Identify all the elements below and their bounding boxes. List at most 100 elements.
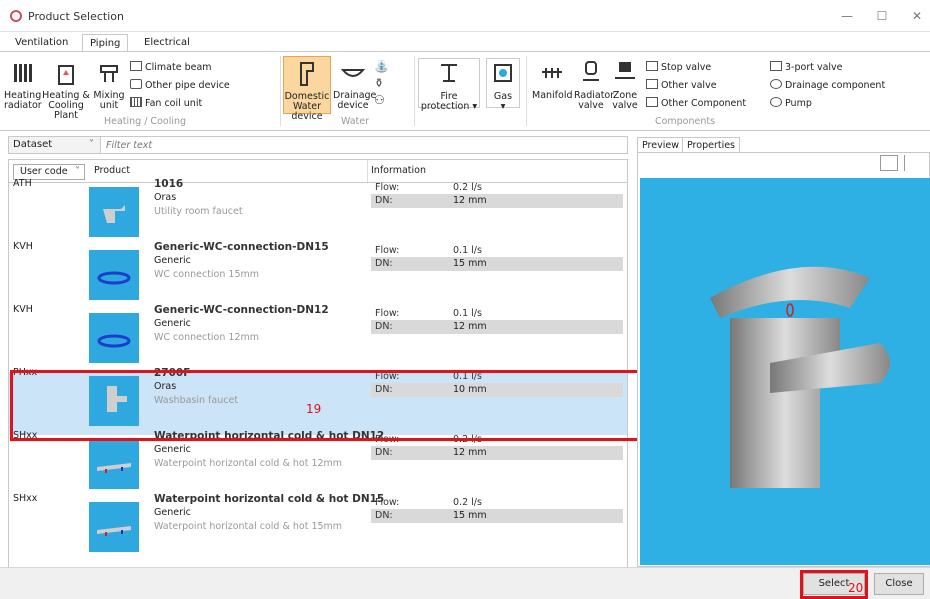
climate-beam-label: Climate beam xyxy=(145,62,212,73)
separator xyxy=(414,56,415,126)
dn-info: DN: 12 mm xyxy=(371,446,623,460)
fire-protection-button[interactable]: Fire protection ▾ xyxy=(418,58,480,112)
drainage-device-label: Drainage device xyxy=(333,90,377,111)
dn-value: 15 mm xyxy=(453,510,487,521)
user-code-header: User code xyxy=(20,166,68,177)
manifold-button[interactable]: Manifold xyxy=(532,58,573,101)
tab-piping[interactable]: Piping xyxy=(82,34,129,52)
ribbon-tabs: Ventilation Piping Electrical xyxy=(0,34,930,52)
close-button[interactable]: Close xyxy=(874,573,924,595)
zone-valve-icon xyxy=(615,62,635,79)
radiator-valve-icon xyxy=(583,61,599,81)
tab-electrical[interactable]: Electrical xyxy=(137,34,197,52)
zone-valve-button[interactable]: Zone valve xyxy=(610,58,640,111)
preview-tabs: Preview Properties xyxy=(637,137,930,153)
information-column-header[interactable]: Information xyxy=(371,165,426,176)
list-item[interactable]: SHxx Waterpoint horizontal cold & hot DN… xyxy=(9,430,627,498)
dialog-footer: Select Close xyxy=(0,567,930,599)
tab-ventilation[interactable]: Ventilation xyxy=(8,34,75,52)
tab-preview[interactable]: Preview xyxy=(637,137,684,153)
flow-info: Flow: 0.1 l/s xyxy=(371,307,623,321)
user-code: KVH xyxy=(13,241,33,252)
dn-info: DN: 12 mm xyxy=(371,194,623,208)
product-column-header[interactable]: Product xyxy=(94,165,130,176)
dn-label: DN: xyxy=(375,195,393,206)
list-item[interactable]: SHxx Waterpoint horizontal cold & hot DN… xyxy=(9,493,627,561)
gas-icon xyxy=(494,64,512,82)
product-thumbnail xyxy=(89,502,139,552)
group-heating-label: Heating / Cooling xyxy=(103,116,187,127)
fan-coil-unit-button[interactable]: Fan coil unit xyxy=(130,97,202,110)
pipe-device-icon xyxy=(130,79,142,89)
radiator-valve-label: Radiator valve xyxy=(574,90,615,111)
product-description: WC connection 12mm xyxy=(154,332,260,343)
faucet-3d-model xyxy=(710,266,890,488)
tab-properties[interactable]: Properties xyxy=(682,137,741,153)
pump-button[interactable]: Pump xyxy=(770,97,812,110)
3d-preview-canvas[interactable] xyxy=(640,178,930,565)
domestic-water-device-button[interactable]: Domestic Water device xyxy=(283,56,331,122)
dn-value: 12 mm xyxy=(453,195,487,206)
dataset-label: Dataset xyxy=(13,139,53,150)
mixing-unit-icon xyxy=(100,65,118,82)
drainage-component-icon xyxy=(770,79,782,89)
chevron-down-icon: ˅ xyxy=(89,139,94,150)
other-pipe-device-button[interactable]: Other pipe device xyxy=(130,79,230,92)
product-name: Generic-WC-connection-DN15 xyxy=(154,241,329,253)
gas-dropdown-icon: ▾ xyxy=(500,101,506,112)
close-window-button[interactable]: ✕ xyxy=(902,6,930,26)
fan-coil-unit-label: Fan coil unit xyxy=(145,98,203,109)
other-component-icon xyxy=(646,97,658,107)
product-thumbnail xyxy=(89,313,139,363)
dataset-dropdown[interactable]: Dataset ˅ xyxy=(9,137,101,153)
other-pipe-device-label: Other pipe device xyxy=(145,80,230,91)
flow-info: Flow: 0.1 l/s xyxy=(371,244,623,258)
group-components-label: Components xyxy=(654,116,716,127)
list-item[interactable]: KVH Generic-WC-connection-DN12 Generic W… xyxy=(9,304,627,372)
climate-beam-button[interactable]: Climate beam xyxy=(130,61,212,74)
dn-value: 12 mm xyxy=(453,321,487,332)
flow-label: Flow: xyxy=(375,245,400,256)
product-thumbnail xyxy=(89,250,139,300)
user-code: KVH xyxy=(13,304,33,315)
drainage-device-button[interactable]: Drainage device xyxy=(333,58,377,111)
small-device-icons: ⛲ ⚱ ⚇ xyxy=(374,59,389,107)
other-component-button[interactable]: Other Component xyxy=(646,97,746,110)
list-item[interactable]: ATH 1016 Oras Utility room faucet Flow: 0… xyxy=(9,178,627,246)
heating-radiator-button[interactable]: Heating radiator xyxy=(4,58,42,111)
minimize-button[interactable]: — xyxy=(832,6,862,26)
manifold-icon xyxy=(542,68,562,78)
pump-icon xyxy=(770,97,782,107)
gas-button[interactable]: Gas ▾ xyxy=(486,58,520,112)
group-water-label: Water xyxy=(340,116,370,127)
stop-valve-button[interactable]: Stop valve xyxy=(646,61,711,74)
list-item[interactable]: KVH Generic-WC-connection-DN15 Generic W… xyxy=(9,241,627,309)
drainage-component-button[interactable]: Drainage component xyxy=(770,79,885,92)
heating-cooling-plant-label: Heating & Cooling Plant xyxy=(42,90,90,121)
flow-label: Flow: xyxy=(375,497,400,508)
highlight-box xyxy=(10,370,640,441)
view-options-icon[interactable] xyxy=(904,155,926,171)
stop-valve-label: Stop valve xyxy=(661,62,712,73)
maximize-button[interactable]: ☐ xyxy=(867,6,897,26)
other-valve-button[interactable]: Other valve xyxy=(646,79,717,92)
view-cube-icon[interactable] xyxy=(880,155,898,171)
plant-icon xyxy=(58,65,74,85)
heating-cooling-plant-button[interactable]: Heating & Cooling Plant xyxy=(42,58,90,121)
other-valve-label: Other valve xyxy=(661,80,717,91)
product-name: 1016 xyxy=(154,178,184,190)
waterpoint-icon xyxy=(97,463,131,473)
three-port-valve-label: 3-port valve xyxy=(785,62,843,73)
waterpoint-icon xyxy=(97,526,131,536)
manifold-label: Manifold xyxy=(532,90,573,101)
pump-label: Pump xyxy=(785,98,812,109)
three-port-valve-button[interactable]: 3-port valve xyxy=(770,61,843,74)
flow-label: Flow: xyxy=(375,182,400,193)
flow-value: 0.1 l/s xyxy=(453,245,482,256)
fan-coil-icon xyxy=(130,97,142,107)
filter-input[interactable] xyxy=(103,137,625,153)
dn-info: DN: 15 mm xyxy=(371,509,623,523)
radiator-valve-button[interactable]: Radiator valve xyxy=(574,58,614,111)
mixing-unit-button[interactable]: Mixing unit xyxy=(92,58,126,111)
product-description: WC connection 15mm xyxy=(154,269,260,280)
